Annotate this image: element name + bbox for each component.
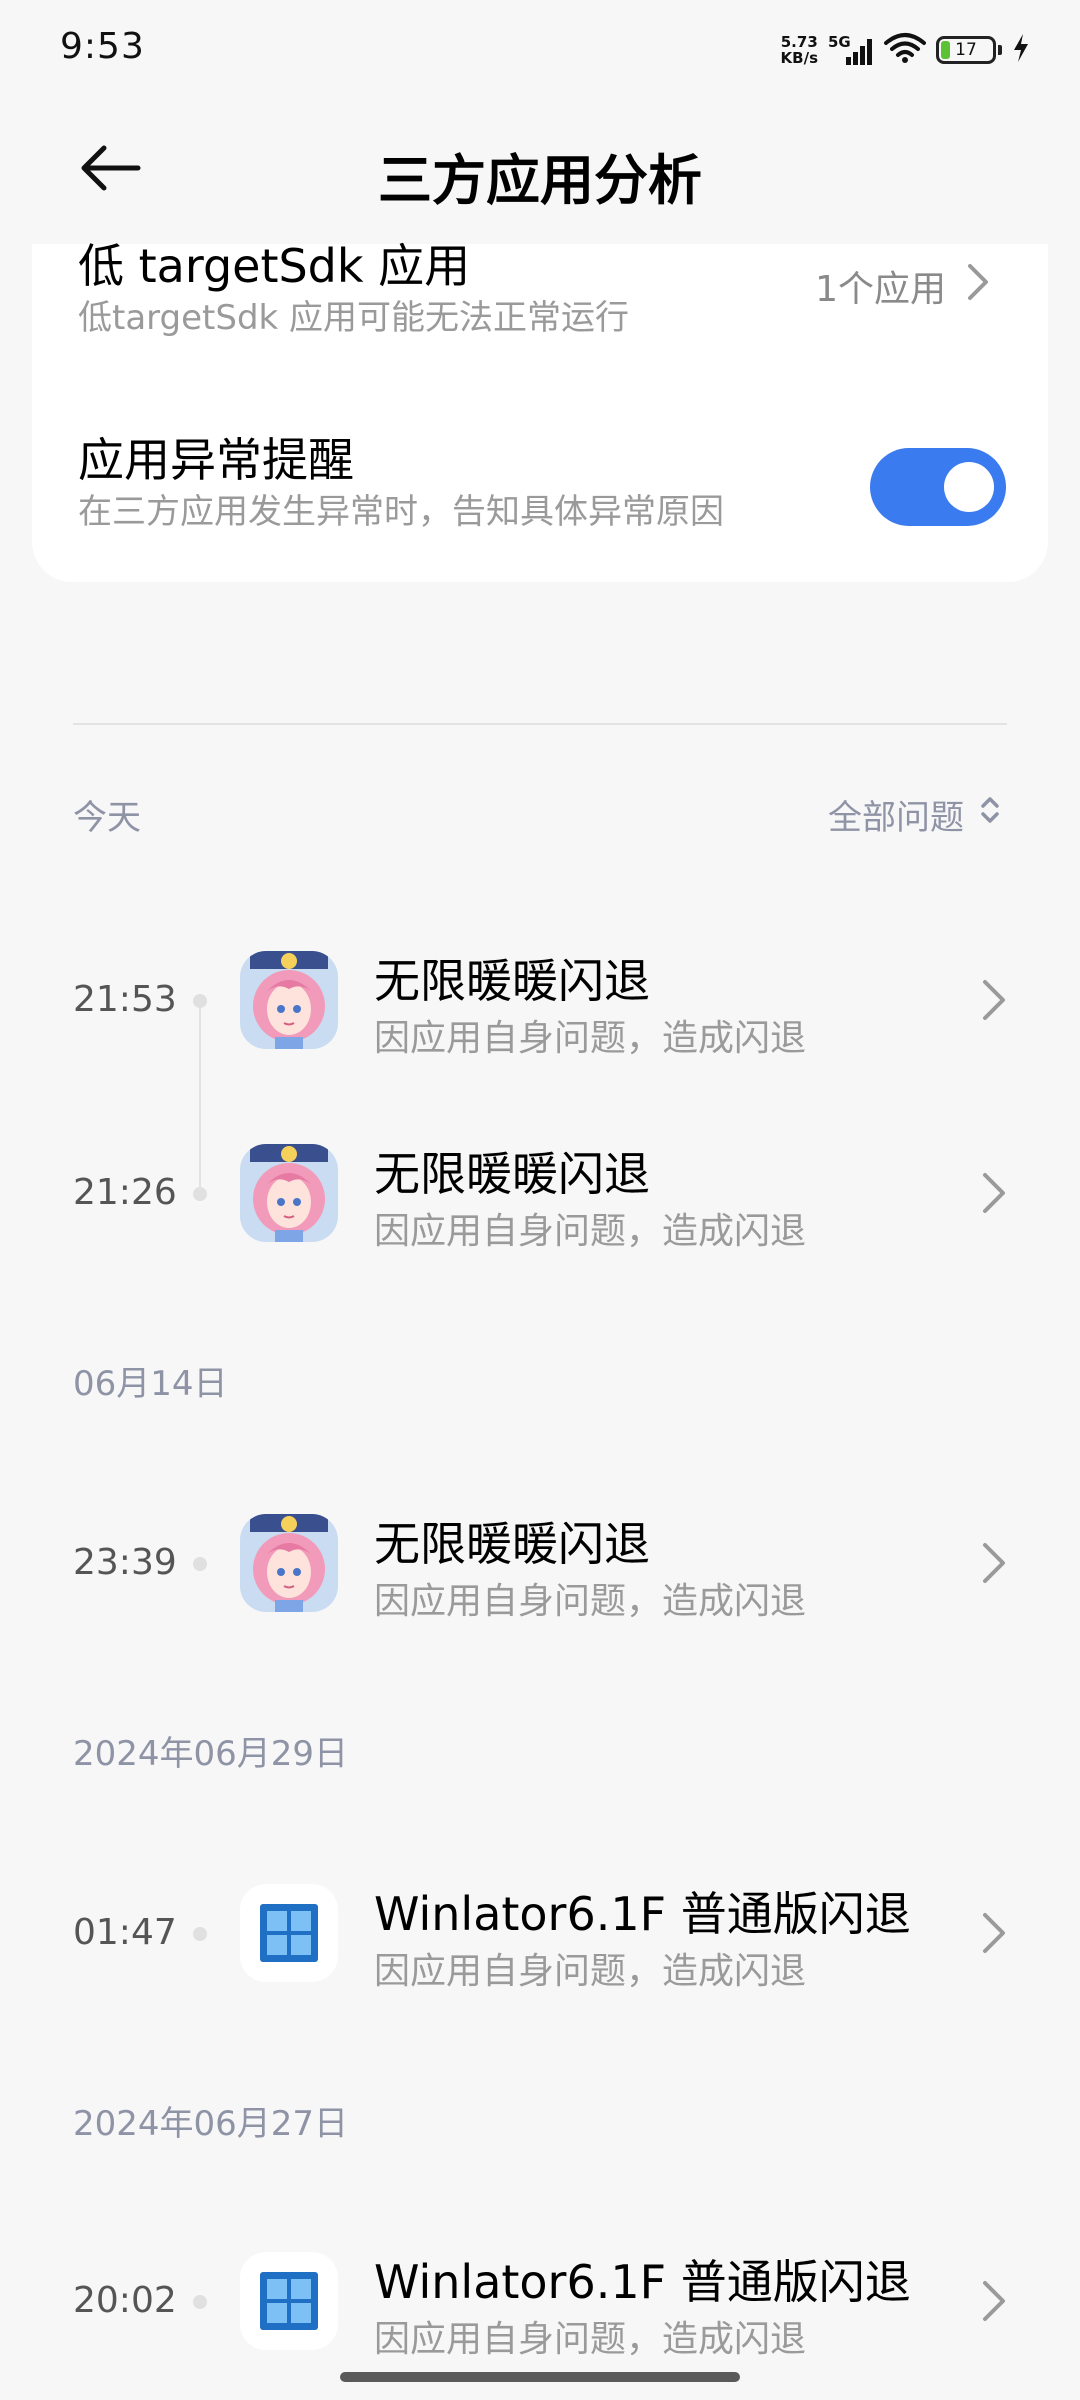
charging-icon bbox=[1012, 33, 1030, 67]
entry-subtitle: 因应用自身问题，造成闪退 bbox=[374, 1951, 807, 1992]
entry-time: 01:47 bbox=[73, 1912, 177, 1953]
timeline-dot bbox=[193, 1927, 207, 1941]
crash-entry[interactable]: 21:26 无限暖暖闪退 因应用自身问题，造成闪退 bbox=[0, 1128, 1080, 1258]
page-title: 三方应用分析 bbox=[378, 149, 702, 212]
winlator-app-icon bbox=[240, 2252, 338, 2350]
entry-subtitle: 因应用自身问题，造成闪退 bbox=[374, 1581, 807, 1622]
status-time: 9:53 bbox=[60, 26, 145, 67]
chevron-right-icon bbox=[980, 977, 1008, 1023]
date-label-today: 今天 bbox=[73, 798, 141, 838]
network-speed: 5.73 KB/s bbox=[781, 34, 818, 66]
entry-time: 21:26 bbox=[73, 1172, 177, 1213]
crash-entry[interactable]: 23:39 无限暖暖闪退 因应用自身问题，造成闪退 bbox=[0, 1498, 1080, 1628]
chevron-right-icon bbox=[980, 1540, 1008, 1586]
entry-time: 21:53 bbox=[73, 979, 177, 1020]
sort-chevron-icon bbox=[980, 794, 1000, 835]
crash-entry[interactable]: 21:53 无限暖暖闪退 因应用自身问题，造成闪退 bbox=[0, 935, 1080, 1065]
filter-label: 全部问题 bbox=[828, 798, 964, 838]
entry-subtitle: 因应用自身问题，造成闪退 bbox=[374, 1018, 807, 1059]
home-indicator[interactable] bbox=[340, 2372, 740, 2382]
issue-filter-dropdown[interactable]: 全部问题 bbox=[828, 790, 1000, 839]
timeline-dot bbox=[193, 1557, 207, 1571]
status-icons: 5.73 KB/s 5G 17 bbox=[781, 30, 1030, 70]
signal-icon: 5G bbox=[828, 33, 874, 67]
winlator-app-icon bbox=[240, 1884, 338, 1982]
entry-title: 无限暖暖闪退 bbox=[374, 1517, 650, 1571]
divider bbox=[73, 723, 1007, 725]
timeline-dot bbox=[193, 2295, 207, 2309]
status-bar: 9:53 5.73 KB/s 5G 17 bbox=[0, 0, 1080, 100]
chevron-right-icon bbox=[980, 2278, 1008, 2324]
entry-title: 无限暖暖闪退 bbox=[374, 954, 650, 1008]
battery-level: 17 bbox=[955, 40, 977, 60]
entry-time: 23:39 bbox=[73, 1542, 177, 1583]
crash-entry[interactable]: 20:02 Winlator6.1F 普通版闪退 因应用自身问题，造成闪退 bbox=[0, 2236, 1080, 2366]
infinity-nikki-app-icon bbox=[240, 951, 338, 1049]
toggle-knob bbox=[944, 462, 994, 512]
date-label: 2024年06月27日 bbox=[73, 2104, 349, 2144]
entry-title: 无限暖暖闪退 bbox=[374, 1147, 650, 1201]
crash-entry[interactable]: 01:47 Winlator6.1F 普通版闪退 因应用自身问题，造成闪退 bbox=[0, 1868, 1080, 1998]
date-label: 2024年06月29日 bbox=[73, 1734, 349, 1774]
low-targetsdk-count: 1个应用 bbox=[815, 269, 946, 310]
low-targetsdk-row[interactable]: 低 targetSdk 应用 低targetSdk 应用可能无法正常运行 1个应… bbox=[78, 238, 1038, 378]
entry-subtitle: 因应用自身问题，造成闪退 bbox=[374, 1211, 807, 1252]
infinity-nikki-app-icon bbox=[240, 1514, 338, 1612]
timeline-dot bbox=[193, 994, 207, 1008]
timeline-dot bbox=[193, 1187, 207, 1201]
chevron-right-icon bbox=[966, 262, 990, 311]
network-speed-value: 5.73 bbox=[780, 33, 818, 51]
entry-title: Winlator6.1F 普通版闪退 bbox=[374, 2255, 911, 2309]
network-type: 5G bbox=[828, 33, 851, 51]
settings-card: 低 targetSdk 应用 低targetSdk 应用可能无法正常运行 1个应… bbox=[32, 239, 1048, 582]
chevron-right-icon bbox=[980, 1170, 1008, 1216]
entry-subtitle: 因应用自身问题，造成闪退 bbox=[374, 2319, 807, 2360]
entry-time: 20:02 bbox=[73, 2280, 177, 2321]
battery-icon: 17 bbox=[936, 36, 1002, 64]
header: 三方应用分析 bbox=[0, 110, 1080, 230]
infinity-nikki-app-icon bbox=[240, 1144, 338, 1242]
abnormal-alert-toggle[interactable] bbox=[870, 448, 1006, 526]
low-targetsdk-value: 1个应用 bbox=[815, 260, 990, 312]
network-speed-unit: KB/s bbox=[780, 49, 818, 67]
wifi-icon bbox=[884, 32, 926, 68]
chevron-right-icon bbox=[980, 1910, 1008, 1956]
entry-title: Winlator6.1F 普通版闪退 bbox=[374, 1887, 911, 1941]
date-label: 06月14日 bbox=[73, 1364, 228, 1404]
